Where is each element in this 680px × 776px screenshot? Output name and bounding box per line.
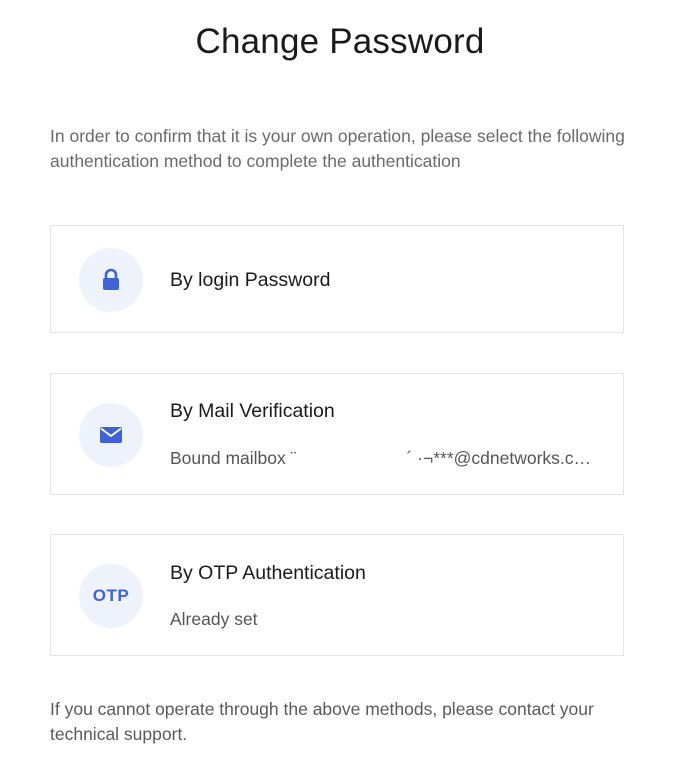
method-title: By Mail Verification [170, 400, 335, 422]
bound-mailbox-text: Bound mailbox ¨ ´ ·¬***@cdnetworks.c… [170, 448, 591, 469]
change-password-page: Change Password In order to confirm that… [0, 0, 680, 776]
method-card-login-password[interactable]: By login Password [50, 225, 624, 333]
mail-icon [79, 403, 143, 467]
otp-icon-label: OTP [92, 586, 130, 605]
support-note: If you cannot operate through the above … [50, 699, 594, 744]
method-title: By login Password [170, 269, 331, 291]
method-card-otp-authentication[interactable]: OTP By OTP Authentication Already set [50, 534, 624, 656]
otp-icon: OTP [79, 564, 143, 628]
lock-icon [79, 248, 143, 312]
otp-status-text: Already set [170, 609, 258, 629]
method-card-mail-verification[interactable]: By Mail Verification Bound mailbox ¨ ´ ·¬… [50, 373, 624, 495]
intro-text: In order to confirm that it is your own … [50, 126, 625, 171]
masked-mark: ¨ [290, 448, 297, 468]
method-title: By OTP Authentication [170, 562, 366, 584]
bound-mailbox-address: ´ ·¬***@cdnetworks.c… [406, 448, 592, 468]
page-title: Change Password [195, 22, 485, 61]
bound-mailbox-label: Bound mailbox [170, 448, 286, 468]
